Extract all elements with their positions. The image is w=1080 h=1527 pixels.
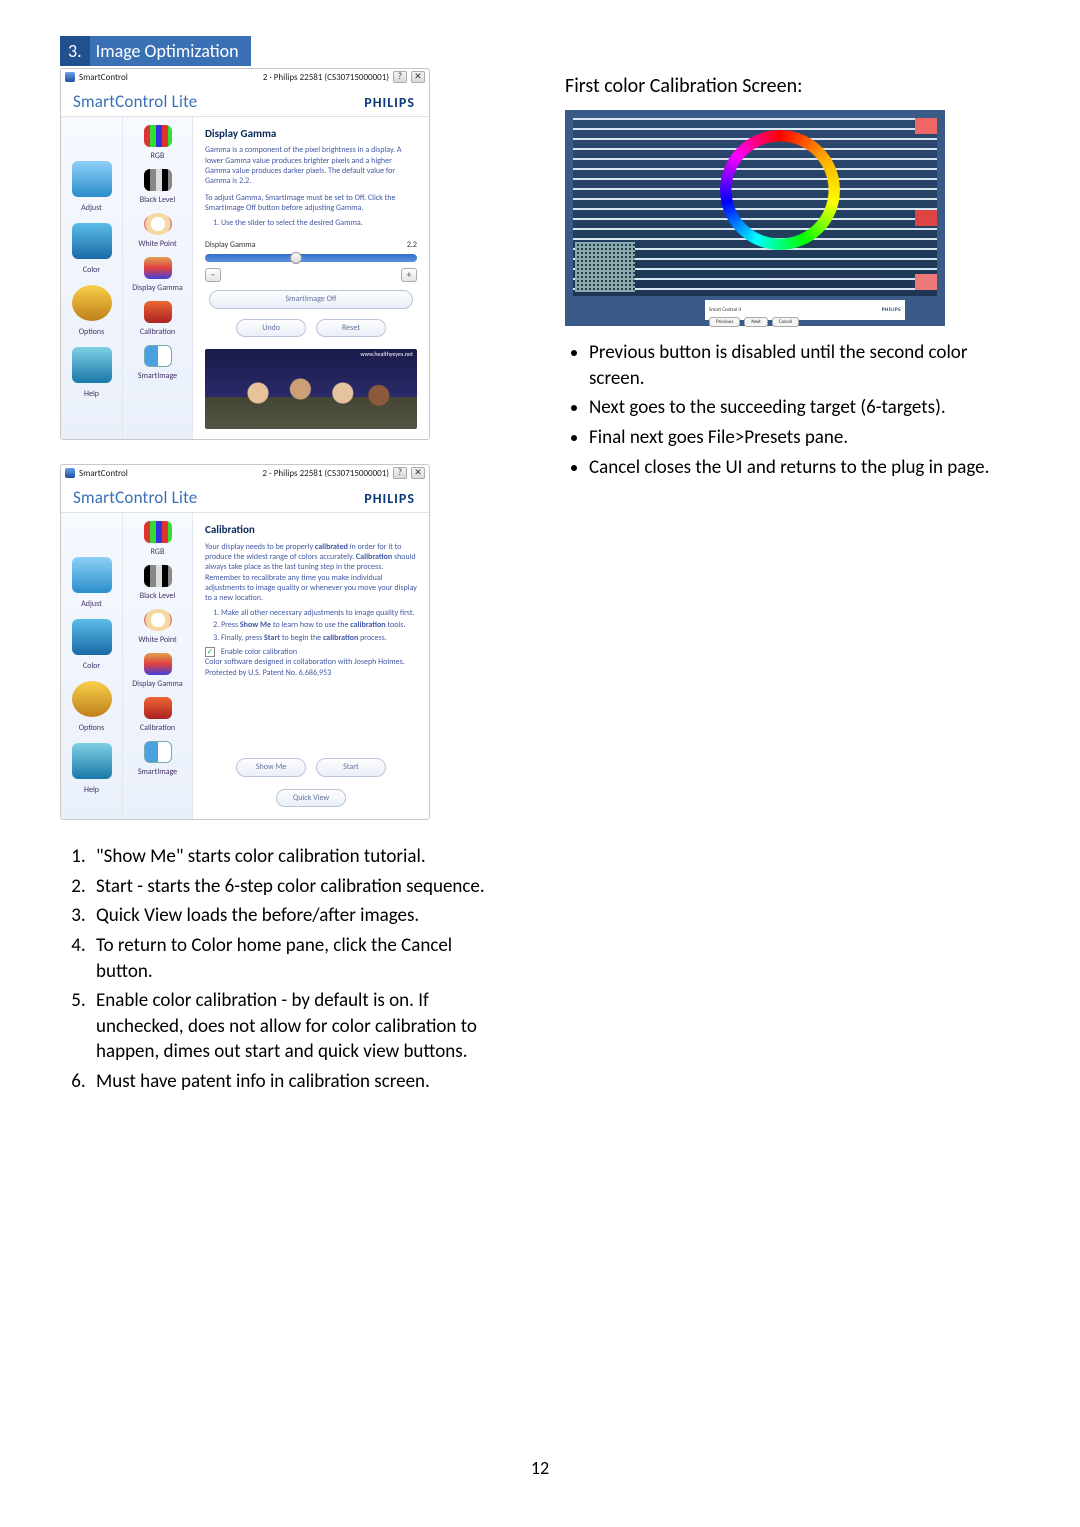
app-name: SmartControl xyxy=(79,72,128,83)
calib-step-3: Finally, press Start to begin the calibr… xyxy=(221,633,417,643)
nav-adjust[interactable]: Adjust xyxy=(61,553,122,615)
gamma-plus-button[interactable]: + xyxy=(401,268,417,282)
app-name: SmartControl xyxy=(79,468,128,479)
preview-next-button[interactable]: Next xyxy=(744,317,768,327)
window-title: SmartControl Lite xyxy=(73,487,364,508)
start-button[interactable]: Start xyxy=(316,758,386,776)
nav-help[interactable]: Help xyxy=(61,739,122,801)
titlebar[interactable]: SmartControl 2 - Philips 22581 (CS307150… xyxy=(61,465,429,481)
list-item: Previous button is disabled until the se… xyxy=(589,340,1020,391)
page-number: 12 xyxy=(0,1457,1080,1479)
gamma-desc-1: Gamma is a component of the pixel bright… xyxy=(205,145,417,187)
brand-logo: PHILIPS xyxy=(364,490,415,507)
close-icon[interactable]: ✕ xyxy=(411,467,425,479)
calib-step-1: Make all other necessary adjustments to … xyxy=(221,608,417,618)
nav-display-gamma[interactable]: Display Gamma xyxy=(123,255,192,299)
preview-previous-button[interactable]: Previous xyxy=(709,317,740,327)
right-bullet-list: Previous button is disabled until the se… xyxy=(589,340,1020,480)
nav-color[interactable]: Color xyxy=(61,219,122,281)
content-heading: Calibration xyxy=(205,523,417,537)
grid-pattern xyxy=(575,242,635,292)
list-item: Final next goes File>Presets pane. xyxy=(589,425,1020,451)
target-swatch xyxy=(915,274,937,290)
calibration-screen-preview: Smart Control II PHILIPS Previous Next C… xyxy=(565,110,945,326)
calibration-notes-list: "Show Me" starts color calibration tutor… xyxy=(90,844,505,1095)
list-item: Cancel closes the UI and returns to the … xyxy=(589,455,1020,481)
brand-logo: PHILIPS xyxy=(364,94,415,111)
slider-value: 2.2 xyxy=(407,240,417,250)
photo-caption: www.healthyeyes.net xyxy=(360,351,413,359)
content-heading: Display Gamma xyxy=(205,127,417,141)
app-icon xyxy=(65,72,75,82)
smartcontrol-calibration-window: SmartControl 2 - Philips 22581 (CS307150… xyxy=(60,464,430,820)
gamma-slider[interactable] xyxy=(205,254,417,262)
slider-label: Display Gamma xyxy=(205,240,256,250)
gamma-minus-button[interactable]: − xyxy=(205,268,221,282)
calib-step-2: Press Show Me to learn how to use the ca… xyxy=(221,620,417,630)
target-swatch xyxy=(915,118,937,134)
patent-line: Protected by U.S. Patent No. 6,686,953 xyxy=(205,668,417,678)
help-icon[interactable]: ? xyxy=(393,467,407,479)
preview-cancel-button[interactable]: Cancel xyxy=(772,317,799,327)
smartcontrol-gamma-window: SmartControl 2 · Philips 22581 (CS307150… xyxy=(60,68,430,440)
nav-rgb[interactable]: RGB xyxy=(123,123,192,167)
enable-color-calibration-checkbox[interactable]: ✓ xyxy=(205,647,215,657)
nav-calibration[interactable]: Calibration xyxy=(123,695,192,739)
list-item: Enable color calibration - by default is… xyxy=(90,988,505,1065)
target-swatch xyxy=(915,210,937,226)
window-meta: 2 · Philips 22581 (CS30715000001) xyxy=(263,72,389,83)
titlebar[interactable]: SmartControl 2 · Philips 22581 (CS307150… xyxy=(61,69,429,85)
nav-adjust[interactable]: Adjust xyxy=(61,157,122,219)
nav-color[interactable]: Color xyxy=(61,615,122,677)
window-meta: 2 - Philips 22581 (CS30715000001) xyxy=(262,468,389,479)
gamma-instr-1: Use the slider to select the desired Gam… xyxy=(221,218,417,228)
app-icon xyxy=(65,468,75,478)
nav-black-level[interactable]: Black Level xyxy=(123,167,192,211)
window-title: SmartControl Lite xyxy=(73,91,364,112)
quick-view-button[interactable]: Quick View xyxy=(276,789,346,807)
slider-thumb[interactable] xyxy=(290,252,302,264)
gamma-desc-2: To adjust Gamma, SmartImage must be set … xyxy=(205,193,417,214)
nav-options[interactable]: Options xyxy=(61,677,122,739)
smartimage-off-button[interactable]: SmartImage Off xyxy=(209,290,413,308)
calib-intro: Your display needs to be properly calibr… xyxy=(205,542,417,604)
right-heading: First color Calibration Screen: xyxy=(565,74,1020,98)
nav-help[interactable]: Help xyxy=(61,343,122,405)
list-item: Quick View loads the before/after images… xyxy=(90,903,505,929)
nav-calibration[interactable]: Calibration xyxy=(123,299,192,343)
sample-photo: www.healthyeyes.net xyxy=(205,349,417,429)
list-item: "Show Me" starts color calibration tutor… xyxy=(90,844,505,870)
list-item: Start - starts the 6-step color calibrat… xyxy=(90,874,505,900)
nav-options[interactable]: Options xyxy=(61,281,122,343)
color-wheel-icon xyxy=(720,130,840,250)
show-me-button[interactable]: Show Me xyxy=(236,758,306,776)
list-item: Next goes to the succeeding target (6-ta… xyxy=(589,395,1020,421)
enable-label: Enable color calibration xyxy=(221,647,297,657)
nav-smartimage[interactable]: SmartImage xyxy=(123,739,192,783)
reset-button[interactable]: Reset xyxy=(316,319,386,337)
help-icon[interactable]: ? xyxy=(393,71,407,83)
nav-white-point[interactable]: White Point xyxy=(123,211,192,255)
nav-rgb[interactable]: RGB xyxy=(123,519,192,563)
credit-line: Color software designed in collaboration… xyxy=(205,657,417,667)
list-item: Must have patent info in calibration scr… xyxy=(90,1069,505,1095)
nav-display-gamma[interactable]: Display Gamma xyxy=(123,651,192,695)
nav-smartimage[interactable]: SmartImage xyxy=(123,343,192,387)
nav-white-point[interactable]: White Point xyxy=(123,607,192,651)
list-item: To return to Color home pane, click the … xyxy=(90,933,505,984)
close-icon[interactable]: ✕ xyxy=(411,71,425,83)
nav-black-level[interactable]: Black Level xyxy=(123,563,192,607)
undo-button[interactable]: Undo xyxy=(236,319,306,337)
